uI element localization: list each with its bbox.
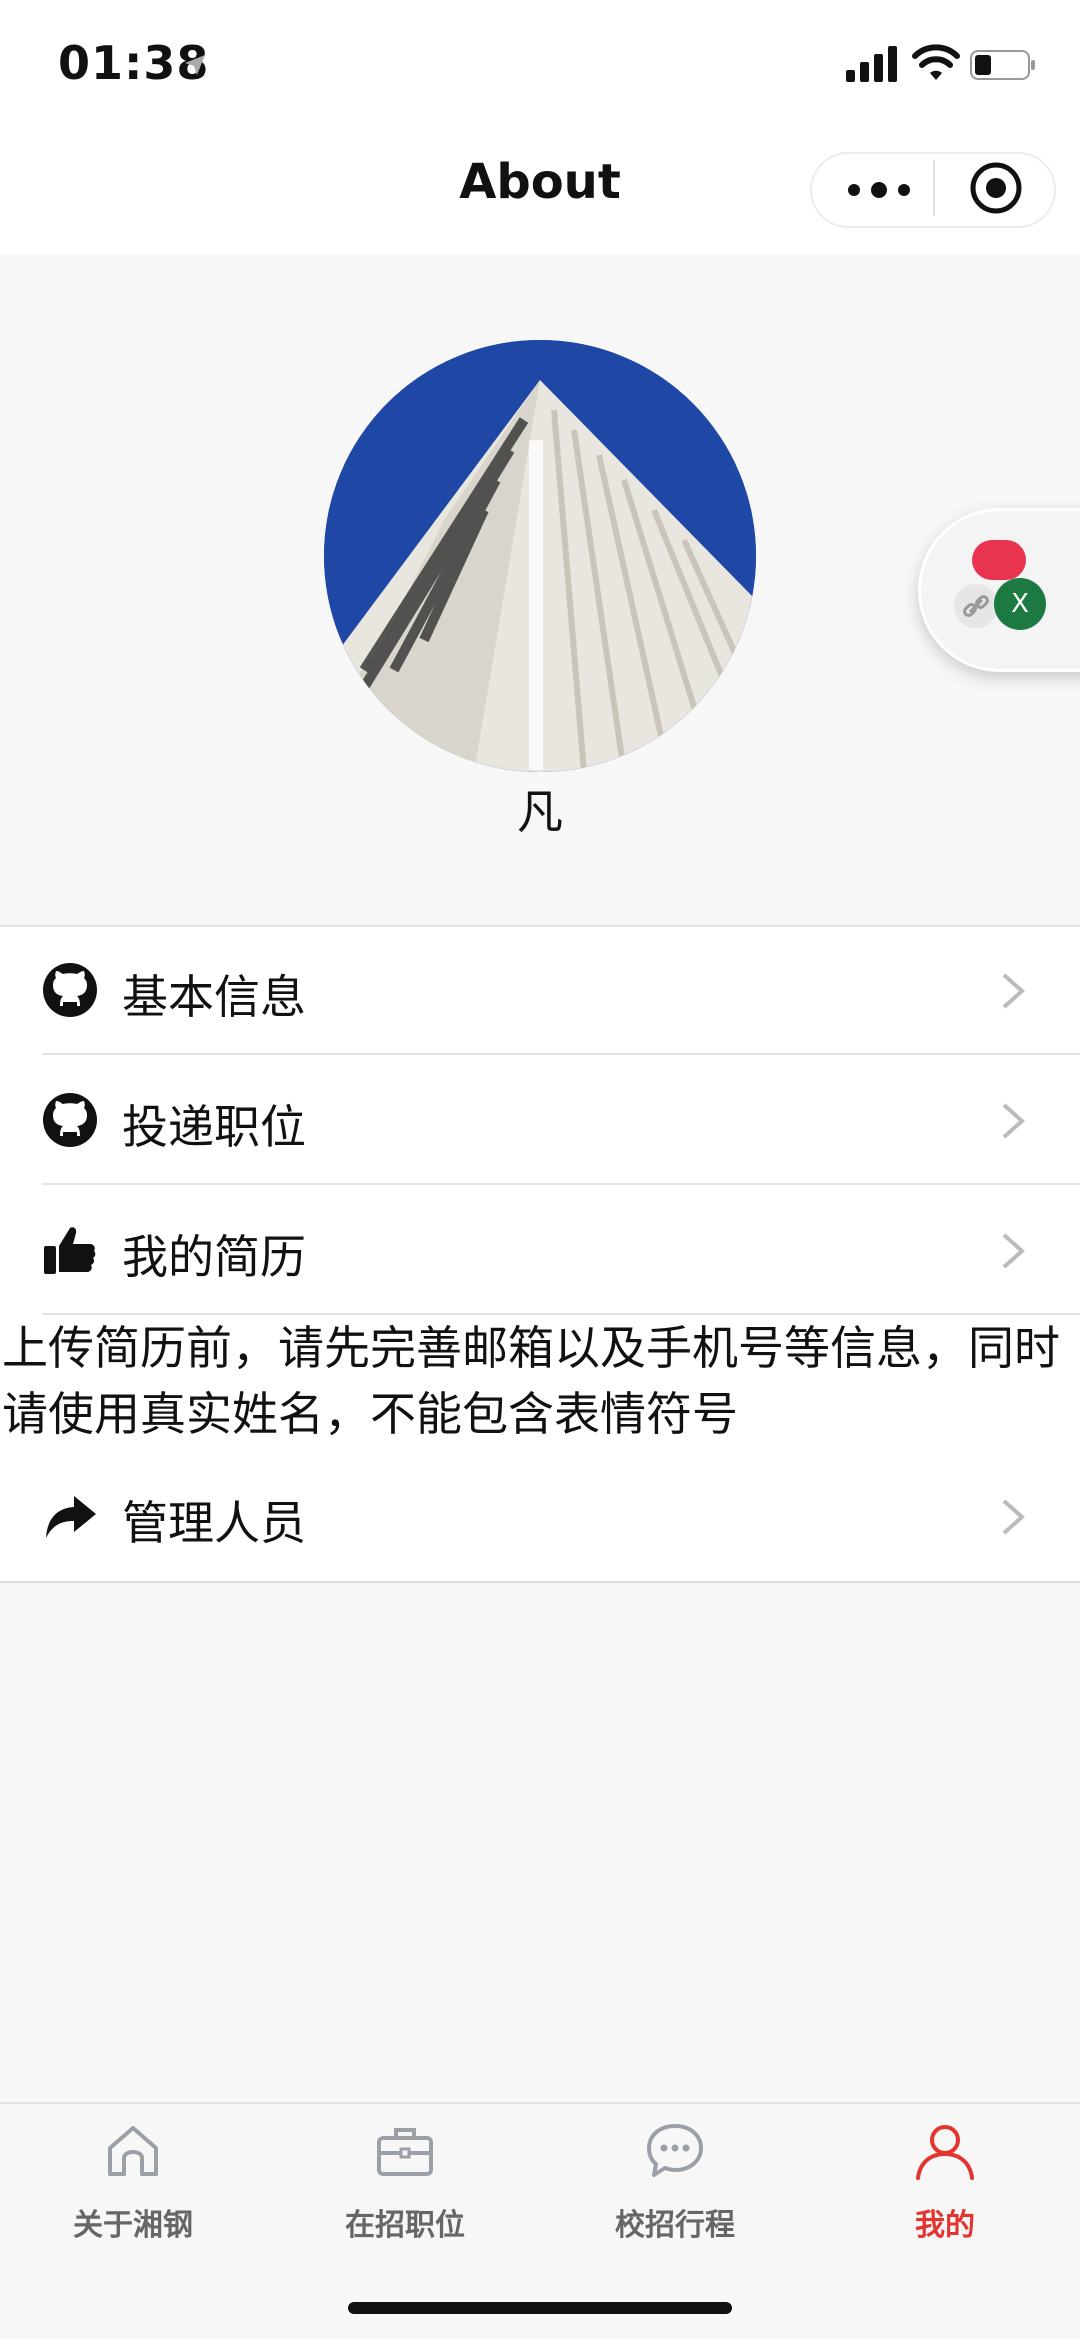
location-arrow-icon (185, 55, 205, 75)
menu-item-label: 基本信息 (122, 970, 306, 1024)
briefcase-icon (377, 2128, 433, 2176)
menu-item-label: 管理人员 (122, 1496, 306, 1550)
resume-notice-line: 上传简历前，请先完善邮箱以及手机号等信息，同时 (2, 1321, 1060, 1375)
chevron-right-icon (1002, 973, 1026, 1009)
tab-about-xianggang[interactable]: 关于湘钢 (23, 2120, 243, 2244)
app-badge-icon (972, 540, 1026, 580)
link-icon (954, 584, 998, 628)
chevron-right-icon (1002, 1103, 1026, 1139)
more-dots-icon[interactable] (844, 176, 914, 204)
chevron-right-icon (1002, 1233, 1026, 1269)
tab-label: 在招职位 (345, 2208, 465, 2243)
username: 凡 (517, 785, 563, 839)
battery-icon (970, 50, 1035, 80)
menu-item-apply-jobs[interactable]: 投递职位 (0, 1055, 1080, 1185)
resume-notice: 上传简历前，请先完善邮箱以及手机号等信息，同时 请使用真实姓名，不能包含表情符号 (0, 1315, 1080, 1451)
github-icon (43, 963, 97, 1017)
menu-item-label: 我的简历 (122, 1230, 306, 1284)
wifi-icon (912, 44, 960, 80)
avatar-building-image (324, 340, 756, 772)
tab-campus-schedule[interactable]: 校招行程 (565, 2120, 785, 2244)
avatar[interactable] (324, 340, 756, 772)
capsule-divider (933, 160, 935, 216)
person-icon (916, 2125, 974, 2180)
menu-item-my-resume[interactable]: 我的简历 (0, 1185, 1080, 1315)
tab-open-positions[interactable]: 在招职位 (295, 2120, 515, 2244)
home-icon (108, 2126, 158, 2176)
divider (0, 1581, 1080, 1583)
menu-list: 基本信息 投递职位 我的简历 上传简历前，请先完善邮箱以及手机号等信息，同时 请… (0, 925, 1080, 1583)
chat-bubble-icon (647, 2124, 703, 2177)
resume-notice-line: 请使用真实姓名，不能包含表情符号 (2, 1387, 738, 1441)
divider (42, 1313, 1080, 1315)
menu-item-admin[interactable]: 管理人员 (0, 1451, 1080, 1581)
close-target-icon[interactable] (968, 160, 1024, 216)
cellular-signal-icon (846, 46, 897, 82)
tab-me[interactable]: 我的 (835, 2120, 1055, 2244)
tab-label: 关于湘钢 (73, 2208, 193, 2243)
github-icon (43, 1093, 97, 1147)
home-indicator[interactable] (348, 2302, 732, 2314)
chevron-right-icon (1002, 1499, 1026, 1535)
tab-label: 我的 (915, 2208, 975, 2243)
share-arrow-icon (46, 1496, 96, 1538)
thumbs-up-icon (44, 1227, 96, 1274)
menu-item-label: 投递职位 (122, 1100, 306, 1154)
excel-icon: X (994, 578, 1046, 630)
menu-item-basic-info[interactable]: 基本信息 (0, 925, 1080, 1055)
tab-label: 校招行程 (615, 2208, 735, 2243)
